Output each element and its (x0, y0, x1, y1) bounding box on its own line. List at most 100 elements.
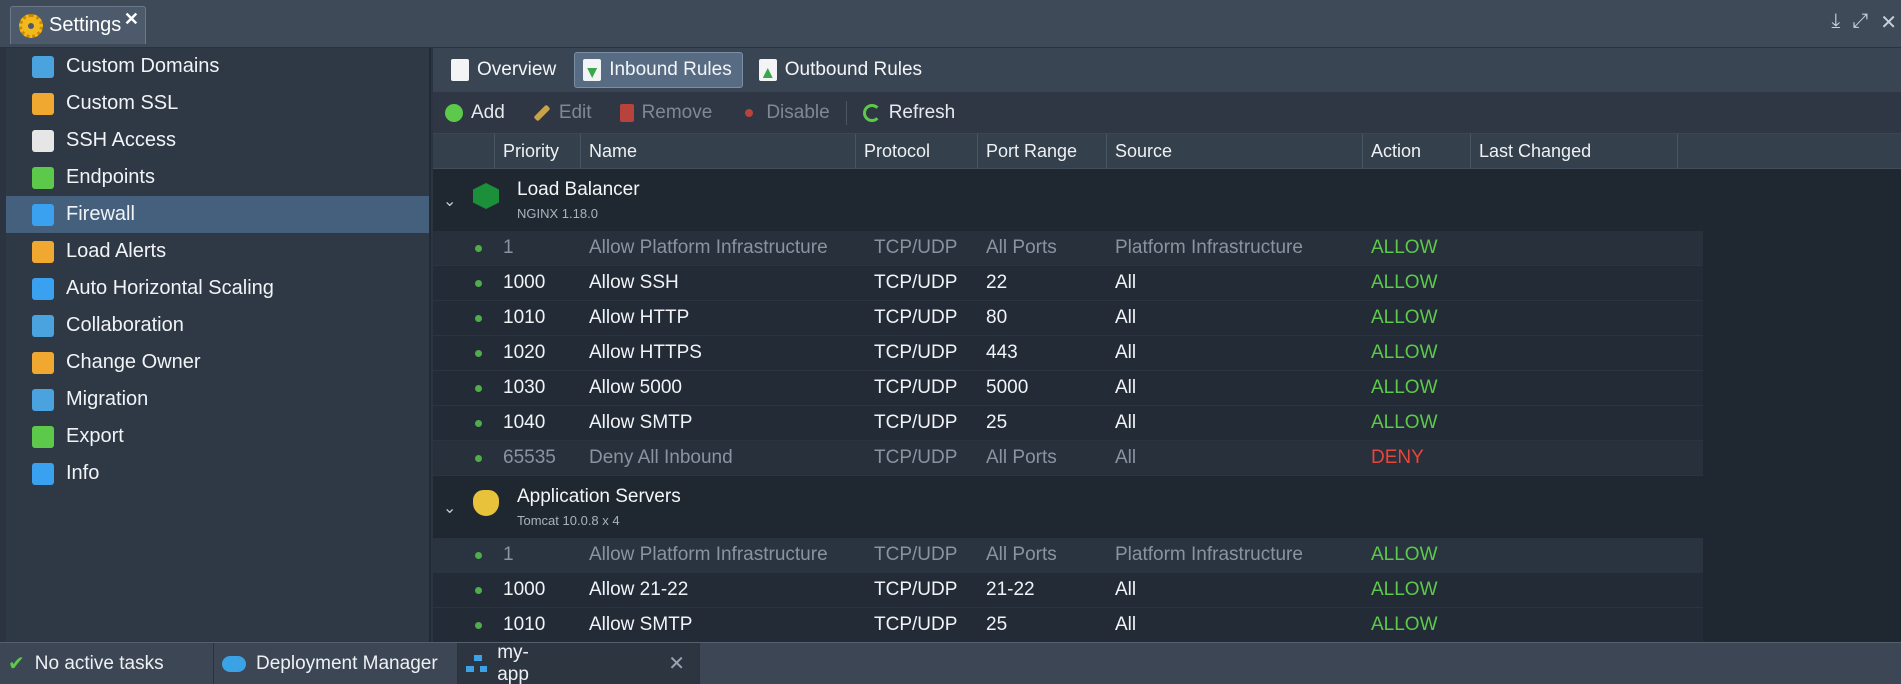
column-header-action[interactable]: Action (1363, 134, 1471, 168)
table-row[interactable]: 1 Allow Platform Infrastructure TCP/UDP All… (433, 538, 1703, 573)
endpoints-icon (32, 166, 54, 189)
tab-outbound-rules[interactable]: Outbound Rules (751, 52, 932, 88)
sidebar-item-export[interactable]: Export (6, 418, 429, 455)
add-button[interactable]: Add (445, 102, 505, 124)
source-cell: All (1115, 447, 1137, 468)
priority-cell: 1 (503, 237, 514, 258)
refresh-icon (862, 103, 881, 122)
rule-status-dot (475, 384, 482, 392)
toolbar-divider (845, 100, 847, 125)
rule-status-dot (475, 314, 482, 322)
maximize-icon[interactable]: ⤢ (1852, 10, 1868, 35)
source-cell: All (1115, 614, 1137, 635)
priority-cell: 1020 (503, 342, 546, 363)
sidebar-item-change-owner[interactable]: Change Owner (6, 344, 429, 381)
environment-label: my-app (497, 641, 529, 684)
sidebar-item-auto-horizontal-scaling[interactable]: Auto Horizontal Scaling (6, 270, 429, 307)
sidebar-item-endpoints[interactable]: Endpoints (6, 159, 429, 196)
sidebar-item-custom-ssl[interactable]: Custom SSL (6, 85, 429, 122)
sidebar-item-ssh-access[interactable]: SSH Access (6, 122, 429, 159)
node-group-header[interactable]: ⌄ Load Balancer NGINX 1.18.0 (433, 169, 1901, 231)
disable-label: Disable (766, 101, 830, 123)
name-cell: Allow Platform Infrastructure (589, 544, 828, 565)
table-row[interactable]: 1010 Allow HTTP TCP/UDP 80 All ALLOW (433, 301, 1703, 336)
download-icon[interactable]: ⤓ (1831, 10, 1840, 35)
migration-icon (32, 388, 54, 411)
rule-status-dot (475, 244, 482, 252)
port-range-cell: 5000 (986, 377, 1029, 398)
table-row[interactable]: 1020 Allow HTTPS TCP/UDP 443 All ALLOW (433, 336, 1703, 371)
chevron-down-icon[interactable]: ⌄ (443, 191, 456, 211)
rule-status-dot (475, 279, 482, 287)
table-row[interactable]: 1 Allow Platform Infrastructure TCP/UDP All… (433, 231, 1703, 266)
table-row[interactable]: 1010 Allow SMTP TCP/UDP 25 All ALLOW (433, 608, 1703, 643)
name-cell: Allow SMTP (589, 412, 693, 433)
source-cell: Platform Infrastructure (1115, 237, 1303, 258)
sidebar-item-label: Custom SSL (66, 92, 179, 114)
sidebar-item-label: Auto Horizontal Scaling (66, 277, 274, 299)
column-header-last-changed[interactable]: Last Changed (1471, 134, 1678, 168)
add-label: Add (471, 101, 505, 123)
table-row[interactable]: 1000 Allow 21-22 TCP/UDP 21-22 All ALLOW (433, 573, 1703, 608)
name-cell: Allow Platform Infrastructure (589, 237, 828, 258)
rules-grid-header: Priority Name Protocol Port Range Source Acti… (433, 134, 1901, 169)
disable-button[interactable]: Disable (740, 101, 830, 124)
remove-button[interactable]: Remove (619, 101, 713, 124)
chevron-down-icon[interactable]: ⌄ (443, 498, 456, 518)
priority-cell: 1030 (503, 377, 546, 398)
port-range-cell: 21-22 (986, 579, 1035, 600)
column-header-port-range[interactable]: Port Range (978, 134, 1107, 168)
last-changed-cell (1471, 301, 1678, 335)
tab-inbound-rules[interactable]: Inbound Rules (574, 52, 743, 88)
edit-button[interactable]: Edit (533, 102, 592, 124)
firewall-subtabs: Overview Inbound Rules Outbound Rules (433, 48, 1901, 92)
sidebar-item-info[interactable]: Info (6, 455, 429, 492)
last-changed-cell (1471, 266, 1678, 300)
sidebar-item-custom-domains[interactable]: Custom Domains (6, 48, 429, 85)
column-header-name[interactable]: Name (581, 134, 856, 168)
environment-tab[interactable]: my-app ✕ (458, 641, 700, 684)
protocol-cell: TCP/UDP (874, 579, 958, 600)
source-cell: All (1115, 342, 1137, 363)
tasks-status[interactable]: ✔ No active tasks (0, 643, 214, 684)
last-changed-cell (1471, 231, 1678, 265)
sidebar-item-firewall[interactable]: Firewall (6, 196, 429, 233)
deployment-manager-tab[interactable]: Deployment Manager (214, 643, 458, 684)
protocol-cell: TCP/UDP (874, 342, 958, 363)
node-group-header[interactable]: ⌄ Application Servers Tomcat 10.0.8 x 4 (433, 476, 1901, 538)
remove-label: Remove (641, 101, 713, 123)
table-row[interactable]: 1030 Allow 5000 TCP/UDP 5000 All ALLOW (433, 371, 1703, 406)
tab-overview[interactable]: Overview (443, 52, 566, 88)
table-row[interactable]: 1040 Allow SMTP TCP/UDP 25 All ALLOW (433, 406, 1703, 441)
table-row[interactable]: 1000 Allow SSH TCP/UDP 22 All ALLOW (433, 266, 1703, 301)
priority-cell: 65535 (503, 447, 556, 468)
trash-icon (619, 103, 634, 122)
close-tab-icon[interactable]: ✕ (124, 9, 139, 30)
environment-tree-icon (466, 654, 488, 673)
table-row[interactable]: 65535 Deny All Inbound TCP/UDP All Ports All… (433, 441, 1703, 476)
protocol-cell: TCP/UDP (874, 307, 958, 328)
name-cell: Allow 21-22 (589, 579, 689, 600)
protocol-cell: TCP/UDP (874, 377, 958, 398)
column-header-source[interactable]: Source (1107, 134, 1363, 168)
action-cell: ALLOW (1371, 307, 1438, 328)
protocol-cell: TCP/UDP (874, 544, 958, 565)
gear-icon (19, 13, 43, 38)
settings-tab[interactable]: Settings ✕ (10, 6, 146, 44)
port-range-cell: 25 (986, 614, 1008, 635)
scaling-icon (32, 277, 54, 300)
name-cell: Allow HTTP (589, 307, 690, 328)
refresh-button[interactable]: Refresh (862, 102, 955, 124)
info-icon (32, 462, 54, 485)
sidebar-item-load-alerts[interactable]: Load Alerts (6, 233, 429, 270)
nginx-icon (473, 183, 499, 209)
priority-cell: 1000 (503, 579, 546, 600)
node-group-name: Application Servers (517, 486, 681, 507)
close-window-icon[interactable]: ✕ (1880, 10, 1897, 35)
column-header-priority[interactable]: Priority (495, 134, 581, 168)
column-header-protocol[interactable]: Protocol (856, 134, 978, 168)
column-header-blank (433, 134, 495, 168)
sidebar-item-collaboration[interactable]: Collaboration (6, 307, 429, 344)
sidebar-item-migration[interactable]: Migration (6, 381, 429, 418)
close-environment-icon[interactable]: ✕ (668, 651, 685, 676)
